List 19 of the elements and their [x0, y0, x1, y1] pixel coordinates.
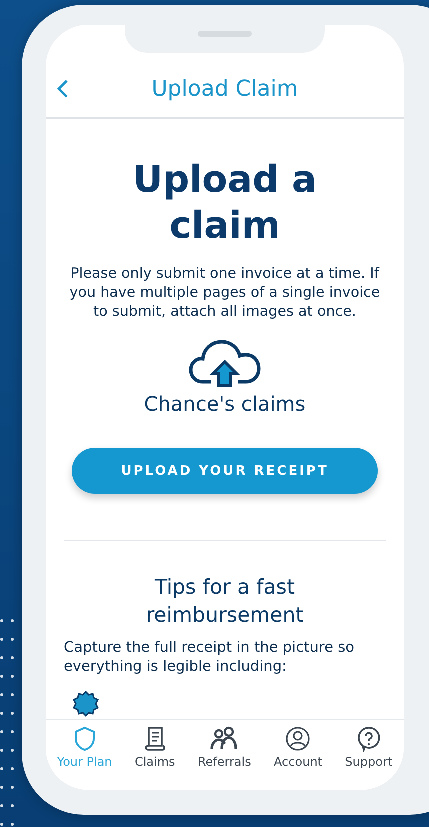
- tips-text: Capture the full receipt in the picture so everything is legible including:: [64, 639, 356, 677]
- badge-icon: [72, 691, 100, 719]
- chevron-left-icon: [56, 79, 70, 99]
- tab-item[interactable]: Account: [272, 726, 324, 790]
- tab-item[interactable]: Support: [343, 726, 395, 790]
- user-circle-icon: [285, 726, 312, 752]
- speaker-slot: [198, 31, 252, 37]
- claims-owner-label: Chance's claims: [144, 392, 306, 416]
- intro-text: Please only submit one invoice at a time. If you have multiple pages of a single invoice to submit, attach all images at once.: [68, 265, 382, 322]
- screen-title: Upload Claim: [152, 76, 298, 102]
- tab-item[interactable]: Referrals: [196, 726, 254, 790]
- tab-item[interactable]: Claims: [132, 726, 178, 790]
- cloud-upload-icon: [189, 338, 261, 390]
- help-bubble-icon: [356, 726, 382, 752]
- people-icon: [210, 726, 240, 752]
- page-heading: Upload a claim: [132, 157, 318, 249]
- tips-heading: Tips for a fast reimbursement: [145, 574, 305, 629]
- shield-icon: [72, 726, 97, 752]
- document-icon: [144, 726, 166, 752]
